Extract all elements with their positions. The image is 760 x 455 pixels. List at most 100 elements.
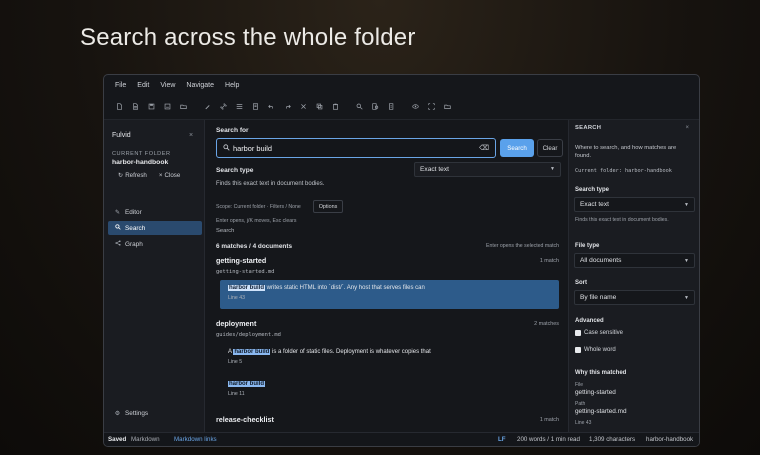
result-hit[interactable]: A harbor build is a folder of static fil… — [220, 344, 559, 373]
undo-icon[interactable] — [265, 100, 277, 112]
checkbox-box — [575, 347, 581, 353]
menu-help[interactable]: Help — [225, 82, 239, 89]
search-main-panel: Search for ⌫ Search Clear Search type Ex… — [206, 120, 567, 432]
status-mode[interactable]: Markdown — [131, 436, 160, 443]
sort-value: By file name — [580, 294, 617, 301]
status-char-count: 1,309 characters — [589, 436, 636, 443]
status-links[interactable]: Markdown links — [174, 436, 217, 443]
search-type-label: Search type — [216, 167, 254, 174]
app-window: File Edit View Navigate Help Fulvid × CU… — [103, 74, 700, 447]
close-folder-button[interactable]: × Close — [159, 172, 180, 179]
status-bar: Saved Markdown Markdown links LF 200 wor… — [104, 432, 699, 446]
match-summary: 6 matches / 4 documents — [216, 243, 293, 250]
panel-type-description: Finds this exact text in document bodies… — [575, 217, 669, 223]
chevron-down-icon: ▼ — [550, 166, 555, 172]
panel-close-icon[interactable]: × — [685, 125, 689, 131]
folder-open-icon[interactable] — [441, 100, 453, 112]
whole-word-checkbox[interactable]: Whole word — [575, 347, 616, 353]
case-sensitive-checkbox[interactable]: Case sensitive — [575, 330, 623, 336]
cut-icon[interactable] — [297, 100, 309, 112]
link-icon[interactable] — [217, 100, 229, 112]
panel-type-select[interactable]: Exact text ▼ — [574, 197, 695, 212]
options-button[interactable]: Options — [313, 200, 343, 213]
save-all-icon[interactable] — [161, 100, 173, 112]
chevron-down-icon: ▼ — [684, 202, 689, 208]
replace-icon[interactable] — [385, 100, 397, 112]
sidebar-close-icon[interactable]: × — [189, 132, 193, 139]
sidebar-item-graph[interactable]: Graph — [108, 237, 202, 251]
sidebar-item-label: Graph — [125, 240, 143, 248]
clear-button[interactable]: Clear — [537, 139, 563, 157]
result-group-count: 1 match — [539, 258, 559, 264]
enter-hint: Enter opens the selected match — [486, 243, 559, 249]
search-input[interactable] — [233, 143, 473, 153]
copy-icon[interactable] — [313, 100, 325, 112]
search-button[interactable]: Search — [500, 139, 534, 157]
keyboard-hint: Enter opens, j/K moves, Esc clears — [216, 218, 297, 224]
find-icon[interactable] — [353, 100, 365, 112]
close-icon: × — [158, 172, 163, 179]
result-group-title[interactable]: release-checklist — [216, 415, 274, 424]
sidebar-item-search[interactable]: Search — [108, 221, 202, 235]
checkbox-box — [575, 330, 581, 336]
search-type-description: Finds this exact text in document bodies… — [216, 181, 325, 187]
sort-select[interactable]: By file name ▼ — [574, 290, 695, 305]
preview-eye-icon[interactable] — [409, 100, 421, 112]
hit-line-number: Line 5 — [228, 359, 243, 365]
menu-navigate[interactable]: Navigate — [186, 82, 214, 89]
redo-icon[interactable] — [281, 100, 293, 112]
menu-view[interactable]: View — [160, 82, 175, 89]
gear-icon: ⚙ — [114, 410, 121, 417]
fullscreen-icon[interactable] — [425, 100, 437, 112]
search-type-select[interactable]: Exact text ▼ — [414, 162, 561, 177]
app-name: Fulvid — [112, 132, 131, 139]
search-type-value: Exact text — [420, 166, 449, 173]
status-saved: Saved — [108, 436, 127, 443]
graph-icon — [114, 240, 121, 248]
why-path-value: getting-started.md — [575, 408, 627, 415]
sidebar-item-label: Settings — [125, 409, 149, 417]
match-highlight: harbor build — [228, 381, 265, 387]
checkbox-label: Case sensitive — [584, 330, 624, 336]
clear-input-icon[interactable]: ⌫ — [479, 144, 489, 152]
sort-label: Sort — [575, 280, 587, 286]
result-group-title[interactable]: deployment — [216, 319, 256, 328]
close-label: Close — [164, 172, 181, 179]
search-box: ⌫ — [216, 138, 496, 158]
menu-edit[interactable]: Edit — [137, 82, 149, 89]
pencil-icon: ✎ — [114, 209, 121, 216]
status-eol[interactable]: LF — [498, 436, 506, 443]
folder-name: harbor-handbook — [112, 159, 169, 166]
refresh-button[interactable]: ↻ Refresh — [118, 172, 147, 179]
refresh-icon: ↻ — [118, 172, 124, 179]
open-file-icon[interactable] — [129, 100, 141, 112]
result-hit[interactable]: harbor build Line 11 — [220, 376, 559, 405]
current-folder-caption: CURRENT FOLDER — [112, 151, 171, 157]
result-group-path: guides/deployment.md — [216, 332, 281, 338]
new-file-icon[interactable] — [113, 100, 125, 112]
document-icon[interactable] — [249, 100, 261, 112]
panel-current-folder: Current folder: harbor-handbook — [575, 168, 672, 174]
search-for-label: Search for — [216, 127, 249, 134]
save-icon[interactable] — [145, 100, 157, 112]
why-file-value: getting-started — [575, 389, 616, 396]
find-in-files-icon[interactable] — [369, 100, 381, 112]
panel-type-label: Search type — [575, 187, 610, 193]
result-hit[interactable]: harbor build writes static HTML into `di… — [220, 280, 559, 309]
menu-file[interactable]: File — [115, 82, 126, 89]
sidebar-item-label: Search — [125, 224, 146, 232]
sidebar-item-editor[interactable]: ✎ Editor — [108, 205, 202, 219]
sidebar-item-label: Editor — [125, 208, 142, 216]
brush-icon[interactable] — [201, 100, 213, 112]
result-group-title[interactable]: getting-started — [216, 256, 266, 265]
file-type-select[interactable]: All documents ▼ — [574, 253, 695, 268]
folder-actions: ↻ Refresh × Close — [118, 172, 180, 179]
checkbox-label: Whole word — [584, 347, 616, 353]
paste-icon[interactable] — [329, 100, 341, 112]
list-icon[interactable] — [233, 100, 245, 112]
folder-icon[interactable] — [177, 100, 189, 112]
hit-snippet: A harbor build is a folder of static fil… — [228, 349, 431, 355]
sidebar-item-settings[interactable]: ⚙ Settings — [108, 406, 202, 420]
file-type-value: All documents — [580, 257, 622, 264]
status-word-count: 200 words / 1 min read — [517, 436, 580, 443]
